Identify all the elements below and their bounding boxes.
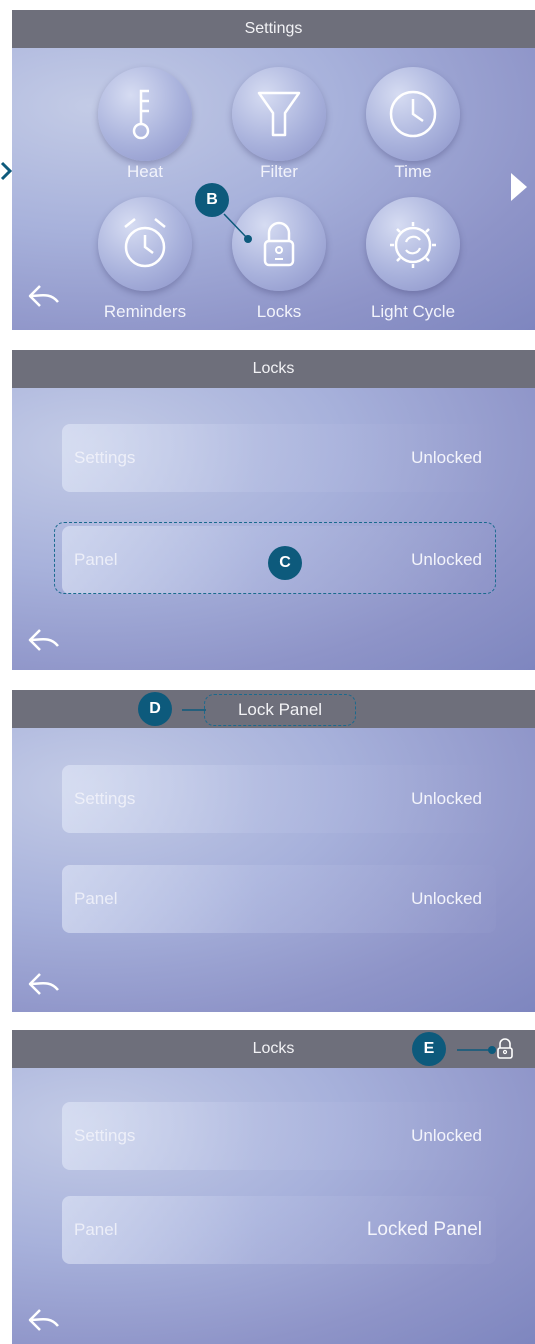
clock-icon [389, 90, 437, 138]
settings-lock-row[interactable]: Settings Unlocked [62, 765, 496, 833]
back-arrow-icon[interactable] [26, 970, 62, 998]
light-cycle-label: Light Cycle [370, 302, 456, 321]
row-value: Unlocked [411, 1126, 482, 1145]
light-cycle-button[interactable] [366, 197, 460, 291]
screen-title-bar: Settings [12, 10, 535, 48]
screen-title: Lock Panel [237, 700, 323, 719]
heat-label: Heat [127, 162, 163, 181]
row-label: Panel [74, 1220, 118, 1239]
thermometer-icon [132, 89, 150, 140]
screen-title: Locks [252, 1040, 295, 1057]
locks-screen: Locks Settings Unlocked Panel Unlocked C [12, 350, 535, 670]
reminders-button[interactable] [98, 197, 192, 291]
row-value: Unlocked [411, 889, 482, 908]
back-arrow-icon[interactable] [26, 626, 62, 654]
settings-screen: Settings Heat Filter Time Reminders Lock… [12, 10, 535, 330]
reminders-label: Reminders [103, 302, 187, 321]
settings-lock-row[interactable]: Settings Unlocked [62, 1102, 496, 1170]
locks-label: Locks [256, 302, 302, 321]
time-label: Time [394, 162, 432, 181]
callout-d-connector [182, 709, 206, 711]
callout-c: C [268, 546, 302, 580]
filter-icon [257, 91, 301, 137]
row-value: Unlocked [411, 448, 482, 467]
lock-panel-screen: Lock Panel D Settings Unlocked Panel Unl… [12, 690, 535, 1012]
alarm-clock-icon [124, 218, 166, 268]
callout-e-connector [457, 1046, 496, 1054]
row-label: Panel [74, 889, 118, 908]
filter-button[interactable] [232, 67, 326, 161]
back-arrow-icon[interactable] [26, 1306, 62, 1334]
screen-title: Locks [252, 360, 295, 377]
settings-lock-row[interactable]: Settings Unlocked [62, 424, 496, 492]
light-cycle-icon [390, 222, 436, 268]
screen-title-bar: Locks [12, 350, 535, 388]
panel-lock-row[interactable]: Panel Locked Panel [62, 1196, 496, 1264]
panel-lock-row[interactable]: Panel Unlocked [62, 865, 496, 933]
callout-b-connector [223, 213, 252, 243]
time-button[interactable] [366, 67, 460, 161]
row-label: Settings [74, 789, 136, 808]
back-arrow-icon[interactable] [26, 282, 62, 310]
callout-e: E [412, 1032, 446, 1066]
row-label: Settings [74, 448, 136, 467]
heat-button[interactable] [98, 67, 192, 161]
row-value: Locked Panel [366, 1219, 482, 1240]
screen-title: Settings [244, 20, 303, 37]
callout-b: B [195, 183, 229, 217]
callout-d: D [138, 692, 172, 726]
filter-label: Filter [260, 162, 298, 181]
locks-locked-screen: Locks E Settings Unlocked Panel Locked P… [12, 1030, 535, 1344]
row-label: Settings [74, 1126, 136, 1145]
row-value: Unlocked [411, 789, 482, 808]
next-page-icon[interactable] [508, 170, 530, 204]
